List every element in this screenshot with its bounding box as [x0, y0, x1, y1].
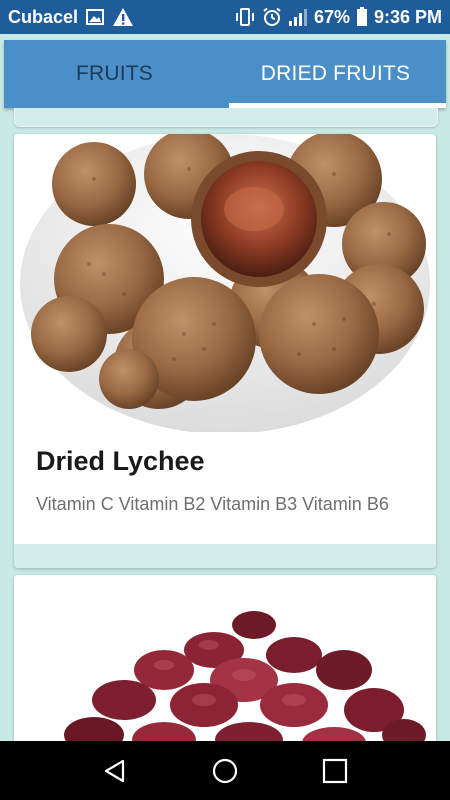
signal-icon [288, 8, 308, 26]
home-icon[interactable] [205, 751, 245, 791]
tab-fruits[interactable]: FRUITS [4, 40, 225, 108]
content-list[interactable]: Dried Lychee Vitamin C Vitamin B2 Vitami… [0, 108, 450, 741]
list-item[interactable] [14, 575, 436, 741]
card-title: Dried Lychee [36, 446, 205, 476]
clock: 9:36 PM [373, 6, 442, 27]
carrier-name: Cubacel [8, 6, 79, 27]
recents-icon[interactable] [315, 751, 355, 791]
dried-lychee-image [14, 134, 436, 434]
previous-card-footer [14, 108, 438, 127]
status-bar: Cubacel 67% 9:36 PM [0, 0, 450, 34]
navigation-bar [0, 741, 450, 800]
warning-icon [112, 7, 134, 27]
battery-percent: 67% [313, 6, 350, 27]
dried-cranberries-image [14, 575, 436, 741]
status-right: 67% 9:36 PM [234, 7, 442, 28]
image-icon [86, 9, 105, 25]
battery-icon [356, 7, 368, 27]
vibrate-icon [234, 7, 256, 27]
card-footer [14, 544, 436, 568]
alarm-icon [262, 7, 282, 27]
tab-dried-fruits[interactable]: DRIED FRUITS [225, 40, 446, 108]
status-left: Cubacel [8, 7, 134, 28]
list-item[interactable]: Dried Lychee Vitamin C Vitamin B2 Vitami… [14, 134, 436, 568]
tab-bar: FRUITS DRIED FRUITS [4, 40, 446, 108]
back-icon[interactable] [95, 751, 135, 791]
card-description: Vitamin C Vitamin B2 Vitamin B3 Vitamin … [36, 494, 389, 514]
